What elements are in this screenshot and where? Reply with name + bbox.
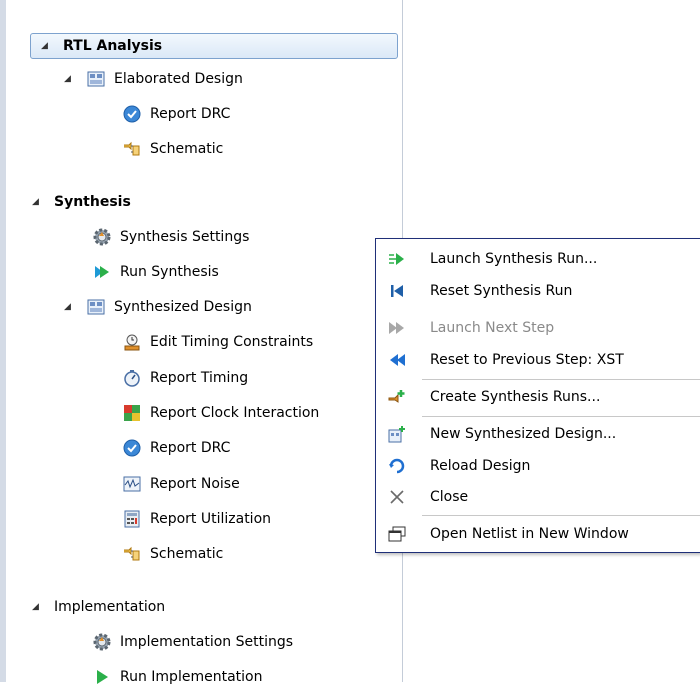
- calculator-icon: [122, 510, 142, 528]
- tree-item-label: Synthesis: [54, 194, 131, 210]
- tree-item-report-utilization[interactable]: Report Utilization: [122, 506, 271, 532]
- menu-item-label: Launch Next Step: [430, 320, 555, 336]
- clock-interaction-icon: [122, 404, 142, 422]
- settings-gear-icon: [92, 228, 112, 246]
- tree-item-label: Elaborated Design: [114, 71, 243, 87]
- collapse-arrow-icon[interactable]: ◢: [32, 602, 42, 612]
- tree-item-synthesized-design[interactable]: ◢ Synthesized Design: [64, 294, 252, 320]
- previous-step-icon: [388, 351, 406, 369]
- timing-constraints-icon: [122, 333, 142, 351]
- tree-item-run-synthesis[interactable]: Run Synthesis: [92, 259, 219, 285]
- create-runs-icon: [388, 388, 406, 406]
- stopwatch-icon: [122, 369, 142, 387]
- menu-separator: [422, 379, 700, 380]
- tree-item-rtl-schematic[interactable]: Schematic: [122, 136, 223, 162]
- tree-item-elaborated-design[interactable]: ◢ Elaborated Design: [64, 66, 243, 92]
- close-icon: [388, 488, 406, 506]
- menu-item-close[interactable]: Close: [376, 482, 700, 512]
- tree-item-label: Run Implementation: [120, 669, 263, 685]
- reload-icon: [388, 457, 406, 475]
- flow-navigator-tree: ◢ RTL Analysis ◢ Elaborated Design Repor…: [6, 0, 403, 685]
- menu-item-label: Reset to Previous Step: XST: [430, 352, 624, 368]
- tree-item-label: Report Timing: [150, 370, 249, 386]
- tree-item-run-implementation[interactable]: Run Implementation: [92, 664, 262, 690]
- menu-item-label: Open Netlist in New Window: [430, 526, 629, 542]
- tree-item-label: Run Synthesis: [120, 264, 219, 280]
- schematic-icon: [122, 545, 142, 563]
- reset-run-icon: [388, 282, 406, 300]
- menu-item-new-synthesized-design[interactable]: New Synthesized Design...: [376, 419, 700, 449]
- menu-item-label: Reload Design: [430, 458, 531, 474]
- tree-item-label: Report Clock Interaction: [150, 405, 320, 421]
- waveform-icon: [122, 475, 142, 493]
- menu-item-label: Close: [430, 489, 469, 505]
- tree-item-label: Implementation Settings: [120, 634, 294, 650]
- tree-item-label: Report Utilization: [150, 511, 272, 527]
- design-icon: [86, 70, 106, 88]
- tree-item-synthesis-settings[interactable]: Synthesis Settings: [92, 224, 249, 250]
- settings-gear-icon: [92, 633, 112, 651]
- tree-item-rtl-analysis[interactable]: ◢ RTL Analysis: [30, 33, 398, 59]
- tree-item-label: Synthesis Settings: [120, 229, 250, 245]
- menu-item-label: Launch Synthesis Run...: [430, 251, 598, 267]
- context-menu: Launch Synthesis Run... Reset Synthesis …: [375, 238, 700, 553]
- new-window-icon: [388, 525, 406, 543]
- menu-item-reload-design[interactable]: Reload Design: [376, 451, 700, 481]
- menu-item-label: New Synthesized Design...: [430, 426, 617, 442]
- run-synthesis-icon: [92, 263, 112, 281]
- menu-item-launch-next-step[interactable]: Launch Next Step: [376, 313, 700, 343]
- schematic-icon: [122, 140, 142, 158]
- tree-item-report-noise[interactable]: Report Noise: [122, 471, 240, 497]
- collapse-arrow-icon[interactable]: ◢: [32, 197, 42, 207]
- tree-item-implementation[interactable]: ◢ Implementation: [32, 594, 165, 620]
- menu-item-label: Create Synthesis Runs...: [430, 389, 601, 405]
- design-icon: [86, 298, 106, 316]
- tree-item-label: RTL Analysis: [63, 38, 163, 54]
- check-circle-icon: [122, 105, 142, 123]
- tree-item-label: Edit Timing Constraints: [150, 334, 314, 350]
- menu-separator: [422, 515, 700, 516]
- tree-item-edit-timing-constraints[interactable]: Edit Timing Constraints: [122, 329, 313, 355]
- new-design-icon: [388, 425, 406, 443]
- menu-item-label: Reset Synthesis Run: [430, 283, 573, 299]
- menu-item-reset-to-previous-step[interactable]: Reset to Previous Step: XST: [376, 345, 700, 375]
- tree-item-label: Schematic: [150, 141, 224, 157]
- tree-item-label: Implementation: [54, 599, 166, 615]
- tree-item-label: Schematic: [150, 546, 224, 562]
- tree-item-label: Report Noise: [150, 476, 240, 492]
- tree-item-implementation-settings[interactable]: Implementation Settings: [92, 629, 293, 655]
- launch-run-icon: [388, 250, 406, 268]
- next-step-icon: [388, 319, 406, 337]
- tree-item-report-clock-interaction[interactable]: Report Clock Interaction: [122, 400, 319, 426]
- tree-item-label: Report DRC: [150, 440, 231, 456]
- tree-item-rtl-report-drc[interactable]: Report DRC: [122, 101, 230, 127]
- tree-item-syn-report-drc[interactable]: Report DRC: [122, 435, 230, 461]
- tree-item-label: Report DRC: [150, 106, 231, 122]
- play-icon: [92, 668, 112, 686]
- tree-item-label: Synthesized Design: [114, 299, 252, 315]
- tree-item-syn-schematic[interactable]: Schematic: [122, 541, 223, 567]
- menu-item-reset-synthesis-run[interactable]: Reset Synthesis Run: [376, 276, 700, 306]
- menu-item-launch-synthesis-run[interactable]: Launch Synthesis Run...: [376, 244, 700, 274]
- check-circle-icon: [122, 439, 142, 457]
- collapse-arrow-icon[interactable]: ◢: [64, 74, 74, 84]
- collapse-arrow-icon[interactable]: ◢: [64, 302, 74, 312]
- menu-separator: [422, 416, 700, 417]
- menu-item-open-netlist-new-window[interactable]: Open Netlist in New Window: [376, 519, 700, 549]
- tree-item-synthesis[interactable]: ◢ Synthesis: [32, 189, 131, 215]
- collapse-arrow-icon[interactable]: ◢: [41, 41, 51, 51]
- menu-item-create-synthesis-runs[interactable]: Create Synthesis Runs...: [376, 382, 700, 412]
- tree-item-report-timing[interactable]: Report Timing: [122, 365, 248, 391]
